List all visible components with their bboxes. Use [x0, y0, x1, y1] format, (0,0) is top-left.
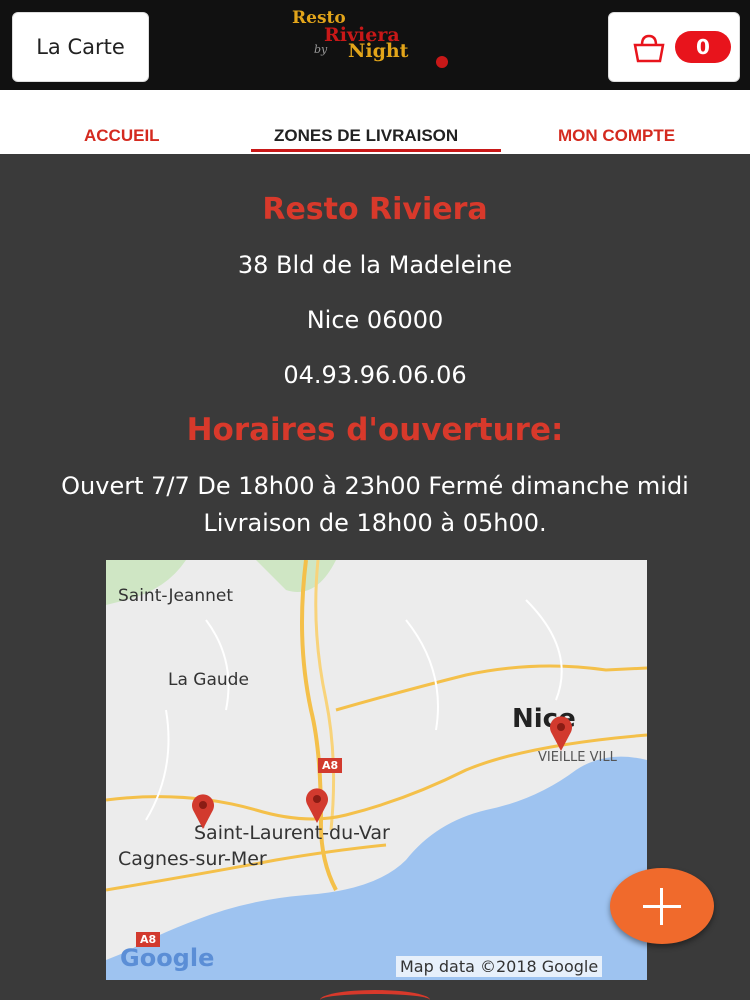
map-label-a8: A8: [318, 758, 343, 773]
tab-zones-de-livraison[interactable]: ZONES DE LIVRAISON: [274, 126, 458, 146]
address-street: 38 Bld de la Madeleine: [237, 251, 513, 279]
map-pin-icon[interactable]: [190, 792, 216, 830]
map-label-vieille-ville: VIEILLE VILL: [538, 750, 617, 765]
logo[interactable]: Resto Riviera by Night: [286, 6, 466, 74]
opening-hours-text: Ouvert 7/7 De 18h00 à 23h00 Fermé dimanc…: [61, 472, 689, 500]
next-section-title-peek: [320, 990, 430, 1000]
cart-button[interactable]: 0: [608, 12, 740, 82]
map-data-attribution[interactable]: Map data ©2018 Google: [396, 956, 603, 977]
header: La Carte Resto Riviera by Night 0: [0, 0, 750, 90]
map-pin-icon[interactable]: [304, 786, 330, 824]
delivery-map[interactable]: Saint-Jeannet La Gaude Nice VIEILLE VILL…: [106, 560, 647, 980]
opening-hours-title: Horaires d'ouverture:: [186, 412, 564, 448]
plus-icon-vertical: [660, 888, 663, 925]
tab-accueil[interactable]: ACCUEIL: [84, 126, 160, 146]
phone-number[interactable]: 04.93.96.06.06: [0, 361, 750, 389]
address-city: Nice 06000: [306, 306, 444, 334]
logo-dot: [436, 56, 448, 68]
active-tab-indicator: [251, 149, 501, 152]
la-carte-button[interactable]: La Carte: [12, 12, 149, 82]
logo-text-night: Night: [348, 40, 409, 62]
restaurant-name: Resto Riviera: [262, 192, 488, 227]
map-label-la-gaude: La Gaude: [168, 670, 249, 690]
add-fab-button[interactable]: [610, 868, 714, 944]
logo-text-by: by: [314, 43, 328, 56]
tab-mon-compte[interactable]: MON COMPTE: [558, 126, 675, 146]
delivery-hours-text: Livraison de 18h00 à 05h00.: [203, 509, 547, 537]
shopping-bag-icon: [633, 34, 665, 63]
map-label-cagnes-sur-mer: Cagnes-sur-Mer: [118, 848, 267, 870]
map-pin-icon[interactable]: [548, 714, 574, 752]
map-label-saint-laurent-du-var: Saint-Laurent-du-Var: [194, 822, 390, 844]
map-label-saint-jeannet: Saint-Jeannet: [118, 586, 234, 606]
map-background: [106, 560, 647, 980]
cart-count-badge: 0: [675, 31, 731, 63]
main-nav: ACCUEIL ZONES DE LIVRAISON MON COMPTE: [0, 90, 750, 154]
google-logo: Google: [120, 944, 215, 972]
